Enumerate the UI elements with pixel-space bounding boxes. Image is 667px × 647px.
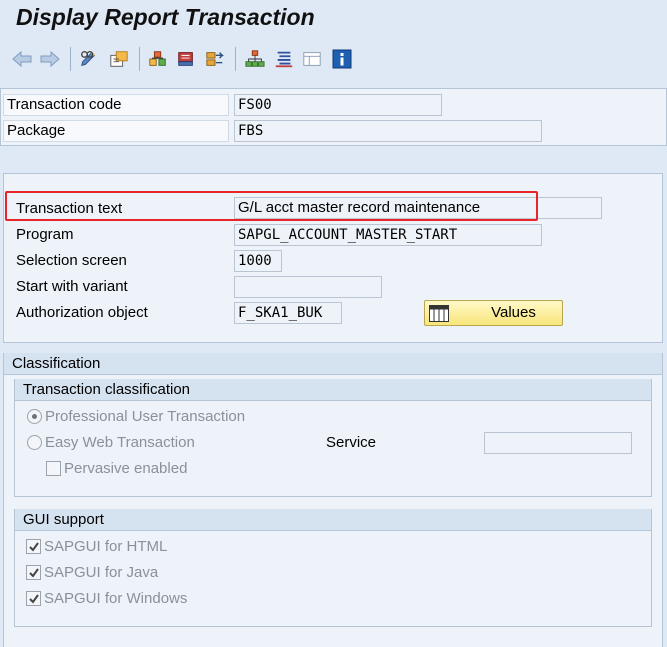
transaction-code-field[interactable]: FS00 <box>234 94 442 116</box>
title-bar: Display Report Transaction <box>0 0 667 37</box>
back-arrow-icon[interactable] <box>12 49 32 69</box>
info-icon[interactable] <box>332 49 352 69</box>
sapgui-html-checkbox[interactable] <box>26 539 41 554</box>
easy-web-radio[interactable] <box>27 435 42 450</box>
authorization-object-field[interactable]: F_SKA1_BUK <box>234 302 342 324</box>
values-button[interactable]: Values <box>424 300 563 326</box>
easy-web-label: Easy Web Transaction <box>45 434 195 451</box>
authorization-object-label: Authorization object <box>16 304 148 321</box>
highlight-box <box>5 191 538 221</box>
sapgui-java-label: SAPGUI for Java <box>44 564 159 581</box>
professional-user-radio[interactable] <box>27 409 42 424</box>
object-list-icon[interactable] <box>205 49 225 69</box>
table-icon <box>429 305 449 326</box>
navigation-list-icon[interactable] <box>274 49 294 69</box>
selection-screen-label: Selection screen <box>16 252 127 269</box>
start-with-variant-label: Start with variant <box>16 278 128 295</box>
sapgui-html-label: SAPGUI for HTML <box>44 538 168 555</box>
program-label: Program <box>16 226 74 243</box>
sapgui-windows-label: SAPGUI for Windows <box>44 590 188 607</box>
sapgui-java-checkbox[interactable] <box>26 565 41 580</box>
start-with-variant-field[interactable] <box>234 276 382 298</box>
hierarchy-icon[interactable] <box>245 49 265 69</box>
toolbar-separator <box>139 47 140 71</box>
page-title: Display Report Transaction <box>16 4 315 30</box>
toolbar-separator <box>235 47 236 71</box>
checkmark-icon <box>29 594 39 604</box>
service-label: Service <box>326 434 377 451</box>
package-label: Package <box>3 120 229 142</box>
checkmark-icon <box>29 542 39 552</box>
pervasive-checkbox[interactable] <box>46 461 61 476</box>
classification-title: Classification <box>4 353 662 375</box>
display-change-icon[interactable] <box>79 49 99 69</box>
toolbar-separator <box>70 47 71 71</box>
sapgui-windows-checkbox[interactable] <box>26 591 41 606</box>
application-toolbar <box>0 37 667 80</box>
forward-arrow-icon[interactable] <box>40 49 60 69</box>
transaction-classification-title: Transaction classification <box>15 379 651 401</box>
transaction-code-label: Transaction code <box>3 94 229 116</box>
checkmark-icon <box>29 568 39 578</box>
layout-icon[interactable] <box>302 49 322 69</box>
gui-support-title: GUI support <box>15 509 651 531</box>
package-field[interactable]: FBS <box>234 120 542 142</box>
selection-screen-field[interactable]: 1000 <box>234 250 282 272</box>
service-field[interactable] <box>484 432 632 454</box>
other-object-icon[interactable] <box>109 49 129 69</box>
pervasive-label: Pervasive enabled <box>64 460 188 477</box>
where-used-icon[interactable] <box>148 49 168 69</box>
professional-user-label: Professional User Transaction <box>45 408 246 425</box>
program-field[interactable]: SAPGL_ACCOUNT_MASTER_START <box>234 224 542 246</box>
transport-icon[interactable] <box>176 49 196 69</box>
values-button-label: Values <box>491 304 536 321</box>
